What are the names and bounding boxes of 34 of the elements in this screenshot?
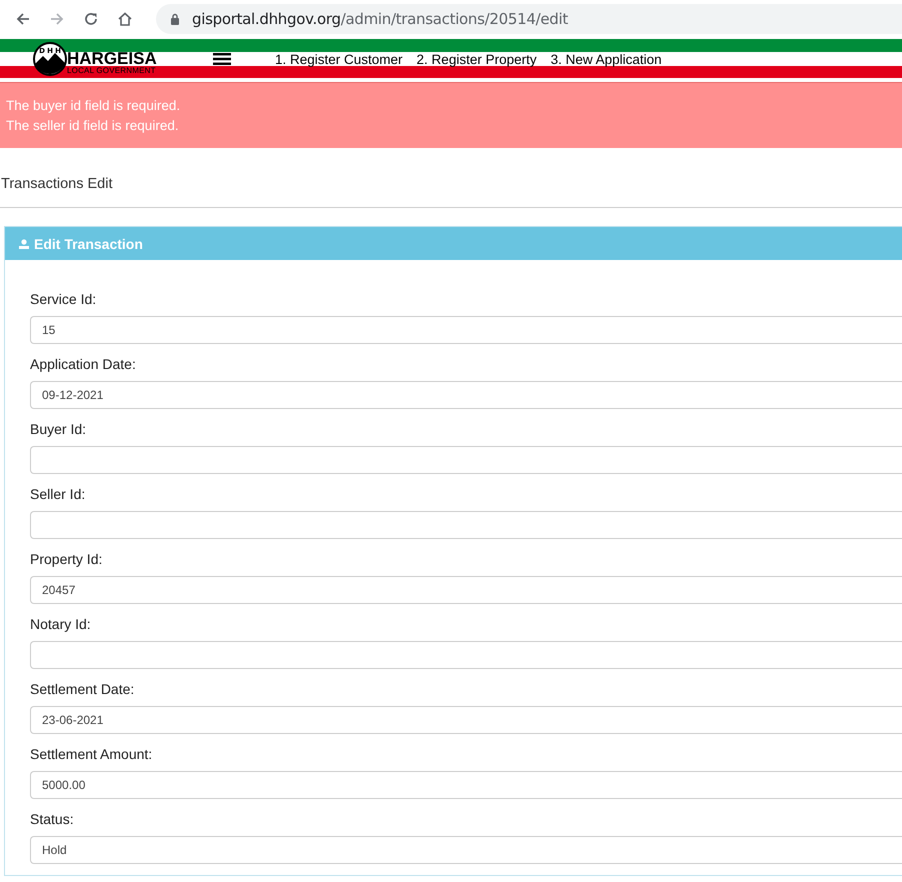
field-label: Status: — [30, 810, 75, 829]
field-label: Buyer Id: — [30, 420, 88, 439]
input-field[interactable]: 15 — [30, 316, 902, 344]
field-label: Settlement Amount: — [30, 745, 154, 764]
input-field[interactable] — [30, 511, 902, 539]
panel-title: Edit Transaction — [34, 236, 143, 252]
nav-link[interactable]: 3. New Application — [550, 52, 662, 66]
input-field[interactable]: 20457 — [30, 576, 902, 604]
menu-icon[interactable] — [213, 52, 231, 66]
logo-name: HARGEISA — [67, 50, 157, 66]
page-title: Transactions Edit — [0, 148, 902, 208]
input-field[interactable] — [30, 641, 902, 669]
field-label: Service Id: — [30, 290, 98, 309]
input-field[interactable]: 09-12-2021 — [30, 381, 902, 409]
home-icon[interactable] — [117, 11, 133, 27]
field-label: Seller Id: — [30, 485, 86, 504]
lock-icon — [170, 13, 180, 25]
error-message: The buyer id field is required. — [6, 97, 182, 115]
nav-link[interactable]: 1. Register Customer — [275, 52, 403, 66]
input-field[interactable] — [30, 446, 902, 474]
nav-link[interactable]: 2. Register Property — [416, 52, 537, 66]
user-icon — [19, 238, 29, 248]
address-bar[interactable]: gisportal.dhhgov.org/admin/transactions/20514/edit — [156, 4, 902, 34]
reload-icon[interactable] — [83, 11, 99, 27]
field-label: Property Id: — [30, 550, 104, 569]
field-label: Application Date: — [30, 355, 137, 374]
input-field[interactable]: 23-06-2021 — [30, 706, 902, 734]
field-label: Settlement Date: — [30, 680, 136, 699]
input-field[interactable]: Hold — [30, 836, 902, 864]
field-label: Notary Id: — [30, 615, 92, 634]
input-field[interactable]: 5000.00 — [30, 771, 902, 799]
logo-subtitle: LOCAL GOVERNMENT — [67, 66, 157, 74]
error-message: The seller id field is required. — [6, 117, 180, 135]
back-icon[interactable] — [15, 11, 31, 27]
